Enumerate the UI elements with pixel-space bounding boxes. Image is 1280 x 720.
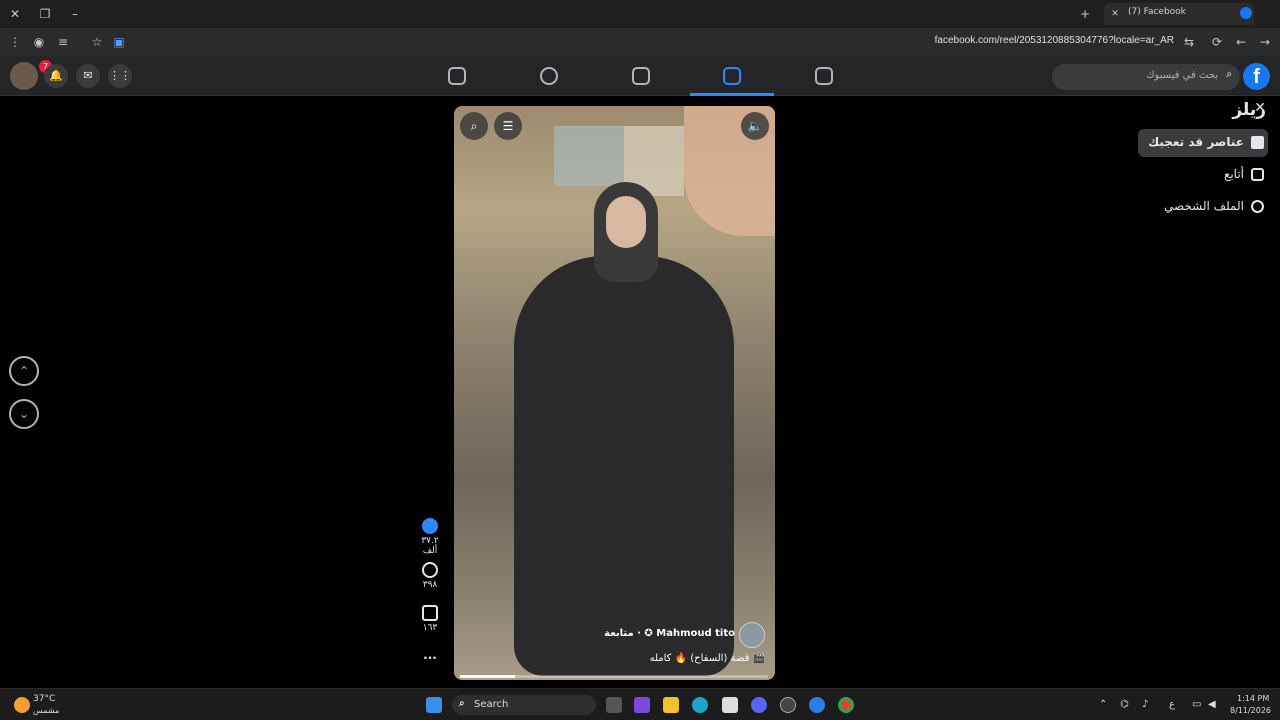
- facebook-logo[interactable]: f: [1243, 63, 1270, 90]
- tray-overflow-icon[interactable]: ⌃: [1099, 699, 1107, 710]
- marketplace-icon[interactable]: [632, 67, 650, 85]
- gaming-icon[interactable]: [448, 67, 466, 85]
- copilot-icon[interactable]: [634, 697, 650, 713]
- edge-icon[interactable]: [692, 697, 708, 713]
- menu-grid-icon[interactable]: ⋮⋮: [108, 64, 132, 88]
- share-count: ١٦٣: [422, 623, 438, 633]
- tab-title: (7) Facebook: [1128, 7, 1186, 17]
- menu-item-suggested[interactable]: عناصر قد تعجبك: [1138, 129, 1268, 157]
- notifications-bell-icon[interactable]: 🔔: [44, 64, 68, 88]
- reels-video-icon[interactable]: [723, 67, 741, 85]
- taskbar: 37°C مشمس ⌕ Search ⌃ ⌬ ♪ ع ▭ ◀ 1:14 PM 8…: [0, 688, 1280, 720]
- menu-item-label: أتابع: [1223, 167, 1244, 181]
- taskbar-search[interactable]: ⌕ Search: [452, 695, 596, 715]
- comment-count: ٣٩٨: [422, 580, 438, 590]
- tab-favicon-icon: [1240, 7, 1252, 19]
- new-tab-button[interactable]: +: [1076, 6, 1094, 22]
- minimize-window-icon[interactable]: –: [66, 6, 84, 22]
- next-reel-button[interactable]: ⌄: [9, 399, 39, 429]
- profile-icon: [1251, 200, 1264, 213]
- like-button[interactable]: ٣٧.٢ ألف: [414, 518, 446, 556]
- clock-date[interactable]: 8/11/2026: [1230, 706, 1271, 715]
- menu-item-profile[interactable]: الملف الشخصي: [1138, 193, 1268, 221]
- windows-start-icon[interactable]: [426, 697, 442, 713]
- search-input[interactable]: بحث في فيسبوك ⌕: [1052, 64, 1240, 90]
- weather-temp: 37°C: [33, 694, 56, 704]
- display-icon[interactable]: ▭: [1192, 699, 1201, 710]
- star-icon: [1251, 136, 1264, 149]
- task-view-icon[interactable]: [606, 697, 622, 713]
- tab-facebook[interactable]: ✕ (7) Facebook: [1104, 3, 1254, 25]
- site-settings-icon[interactable]: ⇆: [1180, 34, 1198, 50]
- language-indicator[interactable]: ع: [1169, 699, 1175, 710]
- network-icon[interactable]: ⌬: [1120, 699, 1129, 710]
- back-icon[interactable]: ←: [1232, 34, 1250, 50]
- settings-gear-icon[interactable]: [780, 697, 796, 713]
- bookmark-star-icon[interactable]: ☆: [88, 34, 106, 50]
- search-icon[interactable]: ⌕: [460, 112, 488, 140]
- share-icon: [422, 605, 438, 621]
- reel-video[interactable]: ⌕ ☰ 🔈 متابعة · ✪ Mahmoud tito قصة (السفا…: [454, 106, 775, 680]
- groups-icon[interactable]: [540, 67, 558, 85]
- list-icon[interactable]: ☰: [494, 112, 522, 140]
- close-window-icon[interactable]: ✕: [6, 6, 24, 22]
- weather-desc: مشمس: [33, 706, 60, 715]
- search-icon: ⌕: [459, 698, 465, 709]
- restore-window-icon[interactable]: ❐: [36, 6, 54, 22]
- video-subject: [606, 196, 646, 248]
- comment-button[interactable]: ٣٩٨: [414, 562, 446, 590]
- chrome-icon[interactable]: [838, 697, 854, 713]
- app-icon[interactable]: [809, 697, 825, 713]
- forward-icon[interactable]: →: [1256, 34, 1274, 50]
- reading-list-icon[interactable]: ≡: [54, 34, 72, 50]
- following-icon: [1251, 168, 1264, 181]
- video-progress-fill: [460, 675, 516, 678]
- share-button[interactable]: ١٦٣: [414, 605, 446, 633]
- home-icon[interactable]: [815, 67, 833, 85]
- store-icon[interactable]: [722, 697, 738, 713]
- reload-icon[interactable]: ⟳: [1208, 34, 1226, 50]
- comment-icon: [422, 562, 438, 578]
- tab-close-icon[interactable]: ✕: [1106, 6, 1124, 22]
- address-bar[interactable]: facebook.com/reel/2053120885304776?local…: [935, 35, 1174, 46]
- browser-tab-bar: ✕ ❐ – + ✕ (7) Facebook: [0, 0, 1280, 28]
- author-name[interactable]: Mahmoud tito: [656, 628, 735, 639]
- close-icon[interactable]: ✕: [1254, 100, 1266, 116]
- avatar[interactable]: [10, 62, 38, 90]
- video-progress-bar[interactable]: [460, 675, 768, 678]
- follow-link[interactable]: متابعة: [604, 628, 634, 639]
- menu-item-label: عناصر قد تعجبك: [1148, 135, 1244, 149]
- like-count: ٣٧.٢ ألف: [421, 536, 439, 556]
- volume-icon[interactable]: ◀: [1208, 699, 1216, 710]
- clock-time[interactable]: 1:14 PM: [1237, 694, 1269, 703]
- reel-caption[interactable]: قصة (السفاح) 🔥 كامله 🎬: [650, 653, 765, 664]
- video-background: [554, 126, 624, 186]
- author-avatar[interactable]: [739, 622, 765, 648]
- video-subject: [514, 256, 734, 676]
- weather-icon[interactable]: [14, 697, 30, 713]
- search-icon: ⌕: [1226, 69, 1232, 80]
- extension-icon[interactable]: ▣: [110, 34, 128, 50]
- discord-icon[interactable]: [751, 697, 767, 713]
- active-tab-indicator: [690, 93, 774, 96]
- menu-item-following[interactable]: أتابع: [1138, 161, 1268, 189]
- like-icon: [422, 518, 438, 534]
- search-placeholder: بحث في فيسبوك: [1146, 70, 1218, 81]
- microphone-icon[interactable]: ♪: [1142, 699, 1148, 710]
- separator: · ✪: [637, 628, 657, 639]
- volume-icon[interactable]: 🔈: [741, 112, 769, 140]
- more-options-button[interactable]: ...: [414, 648, 446, 662]
- author-line: متابعة · ✪ Mahmoud tito: [604, 628, 735, 639]
- menu-item-label: الملف الشخصي: [1164, 199, 1244, 213]
- menu-dots-icon[interactable]: ⋮: [6, 34, 24, 50]
- facebook-header: 7 🔔 ✉ ⋮⋮ بحث في فيسبوك ⌕ f: [0, 56, 1280, 96]
- profile-icon[interactable]: ◉: [30, 34, 48, 50]
- previous-reel-button[interactable]: ⌃: [9, 356, 39, 386]
- messenger-icon[interactable]: ✉: [76, 64, 100, 88]
- file-explorer-icon[interactable]: [663, 697, 679, 713]
- taskbar-search-label: Search: [474, 699, 509, 710]
